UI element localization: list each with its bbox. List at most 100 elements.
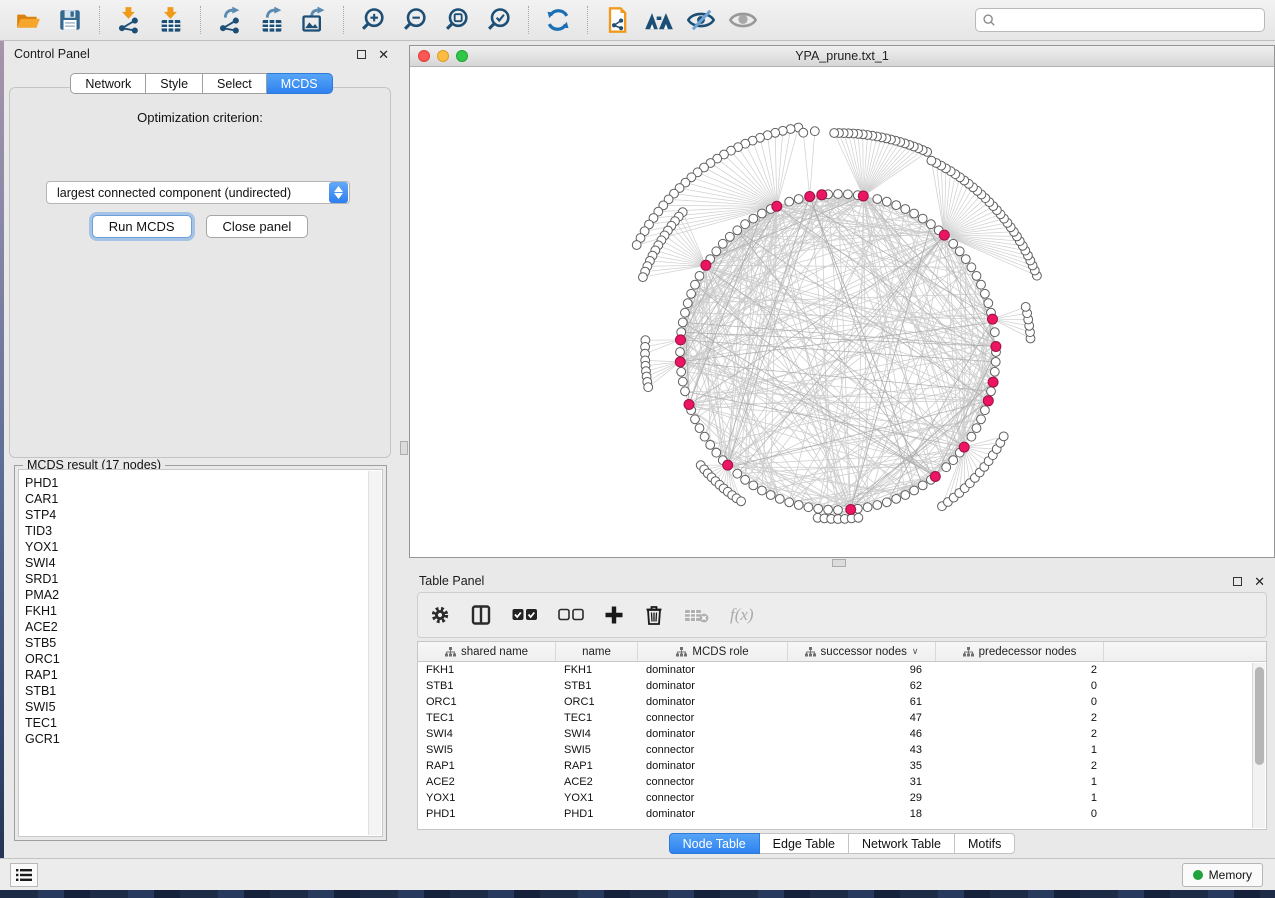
column-namespace-icon	[445, 647, 456, 657]
table-toolbar: f(x)	[417, 592, 1267, 638]
table-cell: connector	[638, 710, 788, 726]
network-window-titlebar[interactable]: YPA_prune.txt_1	[410, 46, 1274, 67]
table-row[interactable]: STB1STB1dominator620	[418, 678, 1266, 694]
tab-style[interactable]: Style	[146, 73, 203, 94]
table-row[interactable]: RAP1RAP1dominator352	[418, 758, 1266, 774]
main-toolbar	[0, 0, 1275, 41]
open-folder-icon	[14, 7, 42, 33]
hide-selected-button[interactable]	[683, 3, 719, 37]
mcds-result-item[interactable]: GCR1	[25, 731, 382, 747]
search-input[interactable]	[1000, 13, 1258, 27]
mcds-result-item[interactable]: TEC1	[25, 715, 382, 731]
mcds-result-item[interactable]: STP4	[25, 507, 382, 523]
horizontal-splitter[interactable]	[409, 558, 1275, 568]
network-from-selection-button[interactable]	[599, 3, 635, 37]
delete-row-button[interactable]	[644, 604, 664, 626]
column-header-name[interactable]: name	[556, 642, 638, 661]
mcds-result-item[interactable]: ACE2	[25, 619, 382, 635]
close-panel-button[interactable]: Close panel	[206, 215, 309, 238]
tab-select[interactable]: Select	[203, 73, 267, 94]
deselect-all-button[interactable]	[558, 608, 584, 622]
table-panel-titlebar: Table Panel ✕	[409, 568, 1275, 594]
float-panel-icon[interactable]	[1233, 577, 1242, 586]
table-cell: dominator	[638, 678, 788, 694]
table-cell: PHD1	[556, 806, 638, 822]
save-session-button[interactable]	[52, 3, 88, 37]
splitter-grip-icon[interactable]	[400, 441, 408, 455]
mcds-result-item[interactable]: STB5	[25, 635, 382, 651]
splitter-grip-icon[interactable]	[832, 559, 846, 567]
network-graph[interactable]	[410, 67, 1274, 557]
column-header-predecessor-nodes[interactable]: predecessor nodes	[936, 642, 1104, 661]
table-cell: 96	[788, 662, 936, 678]
mcds-result-item[interactable]: PMA2	[25, 587, 382, 603]
open-file-button[interactable]	[10, 3, 46, 37]
mcds-result-item[interactable]: ORC1	[25, 651, 382, 667]
mcds-result-item[interactable]: SWI4	[25, 555, 382, 571]
select-all-button[interactable]	[512, 608, 538, 622]
memory-button[interactable]: Memory	[1182, 863, 1263, 887]
table-row[interactable]: TEC1TEC1connector472	[418, 710, 1266, 726]
column-namespace-icon	[676, 647, 687, 657]
table-cell: YOX1	[556, 790, 638, 806]
run-mcds-button[interactable]: Run MCDS	[92, 215, 192, 238]
mcds-result-item[interactable]: PHD1	[25, 475, 382, 491]
search-box[interactable]	[975, 8, 1265, 32]
network-canvas[interactable]	[410, 67, 1274, 557]
mcds-result-item[interactable]: STB1	[25, 683, 382, 699]
show-all-button[interactable]	[725, 3, 761, 37]
tab-edge-table[interactable]: Edge Table	[760, 833, 849, 854]
scrollbar-thumb[interactable]	[1255, 667, 1264, 765]
find-button[interactable]	[641, 3, 677, 37]
tab-network-table[interactable]: Network Table	[849, 833, 955, 854]
export-network-button[interactable]	[212, 3, 248, 37]
apply-layout-button[interactable]	[540, 3, 576, 37]
task-history-button[interactable]	[10, 863, 38, 887]
vertical-splitter[interactable]	[399, 41, 409, 858]
trash-icon	[644, 604, 664, 626]
zoom-fit-button[interactable]	[439, 3, 475, 37]
optimization-criterion-select[interactable]: largest connected component (undirected)	[46, 181, 350, 204]
mcds-list-scrollbar[interactable]	[368, 471, 381, 835]
table-row[interactable]: ORC1ORC1dominator610	[418, 694, 1266, 710]
table-panel-title: Table Panel	[419, 574, 484, 588]
table-cell: 1	[936, 790, 1104, 806]
show-columns-button[interactable]	[470, 604, 492, 626]
mcds-result-list[interactable]: PHD1CAR1STP4TID3YOX1SWI4SRD1PMA2FKH1ACE2…	[18, 469, 383, 837]
zoom-out-button[interactable]	[397, 3, 433, 37]
tab-mcds[interactable]: MCDS	[267, 73, 333, 94]
mcds-result-item[interactable]: SRD1	[25, 571, 382, 587]
tab-network[interactable]: Network	[70, 73, 146, 94]
mcds-result-item[interactable]: TID3	[25, 523, 382, 539]
table-row[interactable]: ACE2ACE2connector311	[418, 774, 1266, 790]
add-row-button[interactable]	[604, 605, 624, 625]
table-options-button[interactable]	[430, 605, 450, 625]
mcds-result-item[interactable]: FKH1	[25, 603, 382, 619]
import-table-button[interactable]	[153, 3, 189, 37]
export-image-button[interactable]	[296, 3, 332, 37]
column-header-shared-name[interactable]: shared name	[418, 642, 556, 661]
float-panel-icon[interactable]	[357, 50, 366, 59]
mcds-result-item[interactable]: SWI5	[25, 699, 382, 715]
mcds-result-item[interactable]: CAR1	[25, 491, 382, 507]
mcds-result-item[interactable]: YOX1	[25, 539, 382, 555]
column-header-successor-nodes[interactable]: successor nodes∨	[788, 642, 936, 661]
table-row[interactable]: SWI5SWI5connector431	[418, 742, 1266, 758]
import-network-button[interactable]	[111, 3, 147, 37]
table-row[interactable]: FKH1FKH1dominator962	[418, 662, 1266, 678]
zoom-selected-button[interactable]	[481, 3, 517, 37]
close-panel-icon[interactable]: ✕	[378, 48, 389, 61]
tab-motifs[interactable]: Motifs	[955, 833, 1015, 854]
table-scrollbar[interactable]	[1252, 663, 1265, 828]
fx-icon: f(x)	[730, 605, 754, 625]
table-row[interactable]: PHD1PHD1dominator180	[418, 806, 1266, 822]
close-panel-icon[interactable]: ✕	[1254, 575, 1265, 588]
column-header-mcds-role[interactable]: MCDS role	[638, 642, 788, 661]
table-cell: 1	[936, 742, 1104, 758]
export-table-button[interactable]	[254, 3, 290, 37]
table-row[interactable]: YOX1YOX1connector291	[418, 790, 1266, 806]
table-row[interactable]: SWI4SWI4dominator462	[418, 726, 1266, 742]
tab-node-table[interactable]: Node Table	[669, 833, 760, 854]
zoom-in-button[interactable]	[355, 3, 391, 37]
mcds-result-item[interactable]: RAP1	[25, 667, 382, 683]
